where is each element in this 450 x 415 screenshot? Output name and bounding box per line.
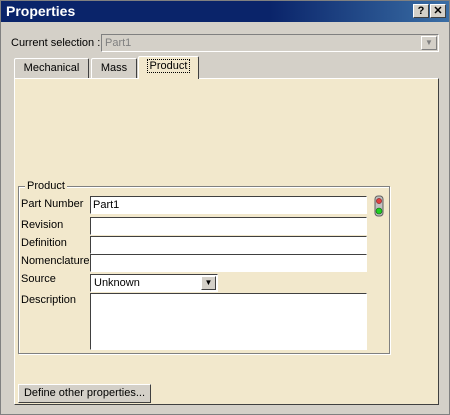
title-bar[interactable]: Properties ? ✕ bbox=[1, 1, 449, 22]
chevron-down-icon[interactable]: ▼ bbox=[201, 276, 216, 290]
close-button[interactable]: ✕ bbox=[430, 4, 446, 18]
chevron-down-icon[interactable]: ▼ bbox=[421, 36, 437, 50]
definition-label: Definition bbox=[21, 237, 67, 249]
product-group-title: Product bbox=[25, 180, 67, 192]
part-number-field[interactable]: Part1 bbox=[90, 196, 367, 214]
help-button[interactable]: ? bbox=[413, 4, 429, 18]
source-value: Unknown bbox=[94, 277, 140, 289]
define-other-properties-button[interactable]: Define other properties... bbox=[18, 384, 151, 403]
tab-product[interactable]: Product bbox=[138, 56, 199, 79]
tab-mass-label: Mass bbox=[100, 62, 128, 74]
part-number-value: Part1 bbox=[93, 199, 120, 211]
current-selection-label: Current selection : bbox=[11, 37, 101, 49]
properties-window: Properties ? ✕ Current selection : Part1… bbox=[0, 0, 450, 415]
source-label: Source bbox=[21, 273, 56, 285]
description-textarea[interactable] bbox=[90, 293, 367, 350]
tab-product-label: Product bbox=[146, 59, 191, 73]
window-title: Properties bbox=[6, 3, 76, 19]
tab-mechanical[interactable]: Mechanical bbox=[14, 58, 89, 78]
revision-field[interactable] bbox=[90, 217, 367, 235]
current-selection-combo[interactable]: Part1 ▼ bbox=[101, 34, 439, 52]
traffic-light-icon bbox=[374, 195, 384, 217]
tab-mass[interactable]: Mass bbox=[91, 58, 137, 78]
nomenclature-label: Nomenclature bbox=[21, 255, 90, 267]
revision-label: Revision bbox=[21, 219, 64, 231]
description-label: Description bbox=[21, 294, 77, 306]
part-number-label: Part Number bbox=[21, 198, 84, 210]
nomenclature-field[interactable] bbox=[90, 254, 367, 272]
definition-field[interactable] bbox=[90, 236, 367, 254]
source-select[interactable]: Unknown ▼ bbox=[90, 274, 218, 292]
current-selection-value: Part1 bbox=[105, 37, 132, 49]
tab-mechanical-label: Mechanical bbox=[23, 62, 80, 74]
